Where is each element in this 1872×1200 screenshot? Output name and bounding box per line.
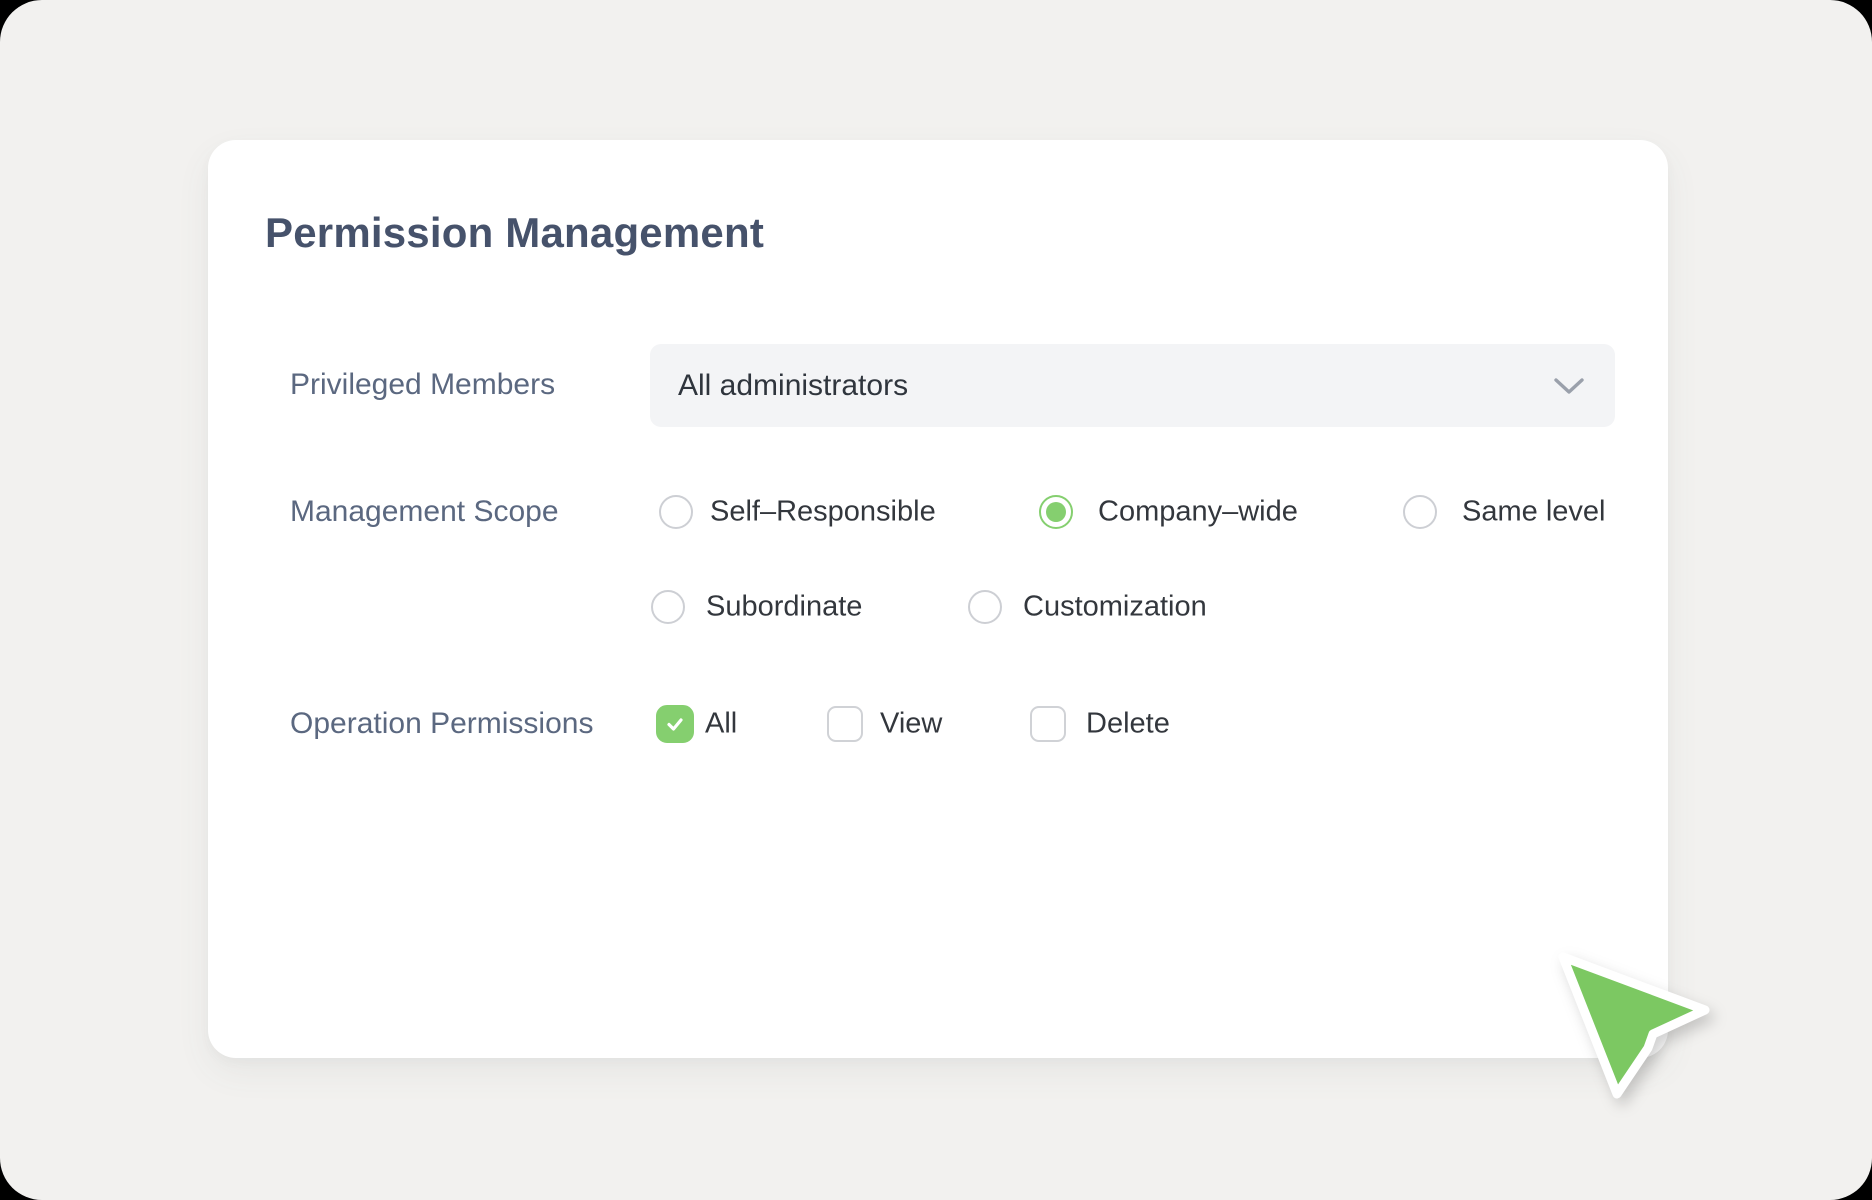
radio-company-wide[interactable]	[1039, 495, 1073, 529]
radio-customization[interactable]	[968, 590, 1002, 624]
radio-subordinate[interactable]	[651, 590, 685, 624]
radio-same-level[interactable]	[1403, 495, 1437, 529]
privileged-members-select[interactable]: All administrators	[650, 344, 1615, 427]
page-title: Permission Management	[265, 209, 764, 257]
radio-customization-label[interactable]: Customization	[1023, 591, 1207, 624]
page-background: Permission Management Privileged Members…	[0, 0, 1872, 1200]
checkbox-view[interactable]	[827, 706, 863, 742]
privileged-members-value: All administrators	[678, 369, 908, 403]
permission-management-card: Permission Management Privileged Members…	[208, 140, 1668, 1058]
radio-same-level-label[interactable]: Same level	[1462, 496, 1605, 529]
radio-self-responsible[interactable]	[659, 495, 693, 529]
operation-permissions-label: Operation Permissions	[290, 707, 593, 741]
radio-self-responsible-label[interactable]: Self–Responsible	[710, 496, 936, 529]
management-scope-label: Management Scope	[290, 495, 559, 529]
check-icon	[663, 712, 687, 736]
checkbox-delete[interactable]	[1030, 706, 1066, 742]
privileged-members-label: Privileged Members	[290, 368, 555, 402]
chevron-down-icon	[1553, 377, 1585, 395]
radio-subordinate-label[interactable]: Subordinate	[706, 591, 862, 624]
checkbox-all-label[interactable]: All	[705, 708, 737, 741]
checkbox-delete-label[interactable]: Delete	[1086, 708, 1170, 741]
checkbox-all[interactable]	[656, 705, 694, 743]
radio-company-wide-label[interactable]: Company–wide	[1098, 496, 1298, 529]
checkbox-view-label[interactable]: View	[880, 708, 942, 741]
